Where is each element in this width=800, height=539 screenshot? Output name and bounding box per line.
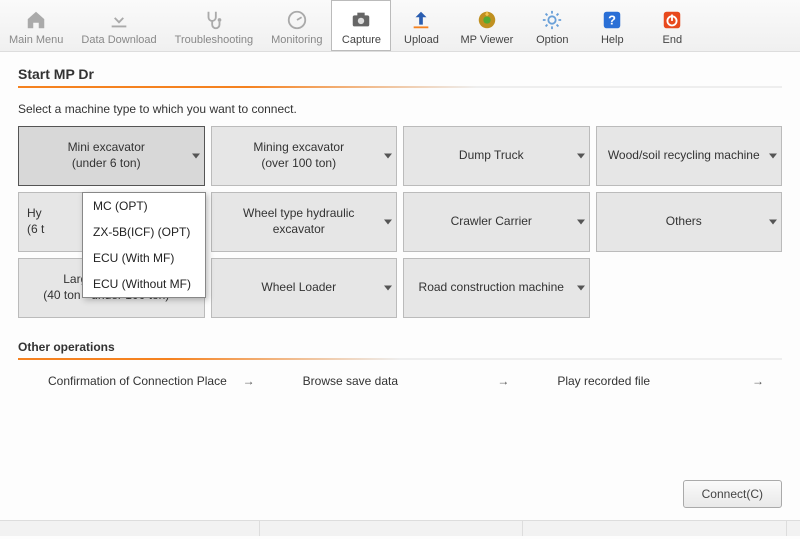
tile-label: Wheel Loader — [261, 280, 336, 296]
toolbar-end[interactable]: End — [642, 0, 702, 51]
toolbar-label: Troubleshooting — [175, 34, 253, 46]
dropdown-item[interactable]: ZX-5B(ICF) (OPT) — [83, 219, 205, 245]
chevron-down-icon — [577, 220, 585, 225]
camera-icon — [350, 8, 372, 32]
arrow-right-icon: → — [752, 374, 764, 388]
tile-crawler-carrier[interactable]: Crawler Carrier — [403, 192, 590, 252]
op-label: Confirmation of Connection Place — [48, 374, 227, 388]
chevron-down-icon — [577, 154, 585, 159]
tile-label: Mining excavator (over 100 ton) — [253, 140, 344, 171]
toolbar-label: Capture — [342, 34, 381, 46]
download-icon — [108, 8, 130, 32]
tile-label: Wood/soil recycling machine — [608, 148, 760, 164]
tile-wood-soil-recycling[interactable]: Wood/soil recycling machine — [596, 126, 783, 186]
chevron-down-icon — [384, 286, 392, 291]
tile-wheel-loader[interactable]: Wheel Loader — [211, 258, 398, 318]
toolbar-troubleshooting[interactable]: Troubleshooting — [166, 0, 262, 51]
toolbar-mp-viewer[interactable]: MP Viewer — [451, 0, 522, 51]
op-play-recorded-file[interactable]: Play recorded file → — [527, 368, 782, 394]
tile-dump-truck[interactable]: Dump Truck — [403, 126, 590, 186]
chevron-down-icon — [384, 154, 392, 159]
toolbar-label: MP Viewer — [460, 34, 513, 46]
toolbar: Main Menu Data Download Troubleshooting … — [0, 0, 800, 52]
chevron-down-icon — [769, 220, 777, 225]
toolbar-label: Monitoring — [271, 34, 322, 46]
chevron-down-icon — [384, 220, 392, 225]
status-segment — [263, 521, 523, 536]
toolbar-label: End — [662, 34, 682, 46]
arrow-right-icon: → — [243, 374, 255, 388]
toolbar-option[interactable]: Option — [522, 0, 582, 51]
arrow-right-icon: → — [497, 374, 509, 388]
gauge-icon — [286, 8, 308, 32]
tile-wheel-hydraulic[interactable]: Wheel type hydraulic excavator — [211, 192, 398, 252]
page-subtitle: Select a machine type to which you want … — [18, 102, 782, 116]
toolbar-monitoring[interactable]: Monitoring — [262, 0, 331, 51]
connect-bar: Connect(C) — [683, 480, 782, 508]
other-ops-divider — [18, 358, 782, 360]
chevron-down-icon — [769, 154, 777, 159]
op-label: Browse save data — [303, 374, 398, 388]
op-confirmation-connection-place[interactable]: Confirmation of Connection Place → — [18, 368, 273, 394]
machine-grid: Mini excavator (under 6 ton) Mining exca… — [18, 126, 782, 318]
home-icon — [25, 8, 47, 32]
tile-road-construction[interactable]: Road construction machine — [403, 258, 590, 318]
toolbar-label: Data Download — [81, 34, 156, 46]
tile-label: Road construction machine — [419, 280, 564, 296]
tile-label: Mini excavator (under 6 ton) — [68, 140, 145, 171]
status-bar — [0, 520, 800, 536]
mini-excavator-dropdown: MC (OPT) ZX-5B(ICF) (OPT) ECU (With MF) … — [82, 192, 206, 298]
dropdown-item[interactable]: ECU (With MF) — [83, 245, 205, 271]
other-ops-title: Other operations — [18, 340, 782, 358]
tile-others[interactable]: Others — [596, 192, 783, 252]
main-content: Start MP Dr Select a machine type to whi… — [0, 52, 800, 402]
tile-label: Wheel type hydraulic excavator — [220, 206, 379, 237]
other-operations: Other operations Confirmation of Connect… — [18, 340, 782, 394]
chevron-down-icon — [192, 154, 200, 159]
upload-icon — [410, 8, 432, 32]
tile-mini-excavator[interactable]: Mini excavator (under 6 ton) — [18, 126, 205, 186]
toolbar-main-menu[interactable]: Main Menu — [0, 0, 72, 51]
viewer-icon — [476, 8, 498, 32]
title-divider — [18, 86, 782, 88]
tile-mining-excavator[interactable]: Mining excavator (over 100 ton) — [211, 126, 398, 186]
op-label: Play recorded file — [557, 374, 650, 388]
stethoscope-icon — [203, 8, 225, 32]
connect-button[interactable]: Connect(C) — [683, 480, 782, 508]
toolbar-label: Option — [536, 34, 568, 46]
power-icon — [661, 8, 683, 32]
toolbar-label: Upload — [404, 34, 439, 46]
tile-label: Dump Truck — [459, 148, 524, 164]
status-segment — [0, 521, 260, 536]
toolbar-upload[interactable]: Upload — [391, 0, 451, 51]
dropdown-item[interactable]: ECU (Without MF) — [83, 271, 205, 297]
status-segment — [527, 521, 787, 536]
toolbar-label: Help — [601, 34, 624, 46]
tile-label: Crawler Carrier — [451, 214, 532, 230]
gear-icon — [541, 8, 563, 32]
dropdown-item[interactable]: MC (OPT) — [83, 193, 205, 219]
tile-label: Others — [666, 214, 702, 230]
chevron-down-icon — [577, 286, 585, 291]
page-title: Start MP Dr — [18, 66, 782, 86]
op-browse-save-data[interactable]: Browse save data → — [273, 368, 528, 394]
toolbar-data-download[interactable]: Data Download — [72, 0, 165, 51]
toolbar-help[interactable]: ? Help — [582, 0, 642, 51]
other-ops-row: Confirmation of Connection Place → Brows… — [18, 368, 782, 394]
toolbar-label: Main Menu — [9, 34, 63, 46]
help-icon: ? — [601, 8, 623, 32]
toolbar-capture[interactable]: Capture — [331, 0, 391, 51]
svg-text:?: ? — [608, 12, 616, 27]
